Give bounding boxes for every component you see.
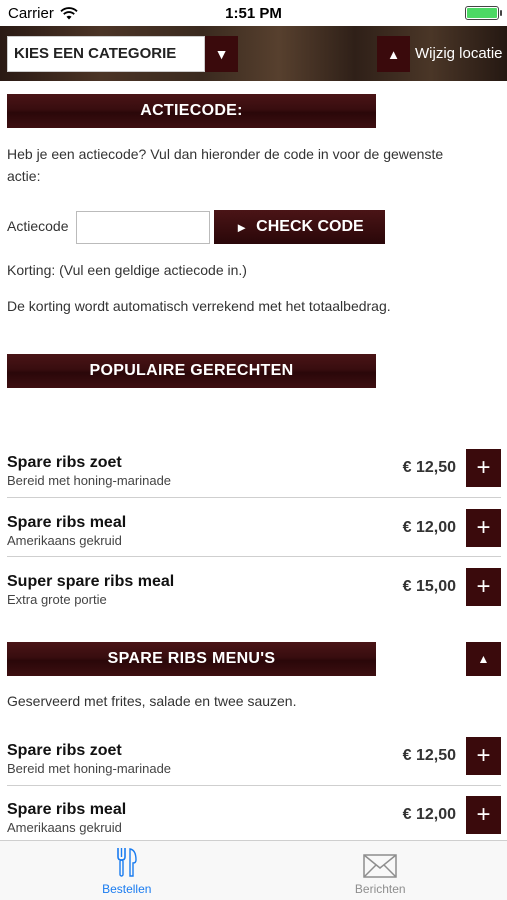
discount-text: Korting: (Vul een geldige actiecode in.) [7, 262, 247, 278]
dish-description: Bereid met honing-marinade [7, 761, 172, 776]
tab-bar: Bestellen Berichten [0, 840, 507, 900]
dish-description: Amerikaans gekruid [7, 533, 122, 548]
dish-price: € 15,00 [402, 578, 456, 595]
add-to-cart-button[interactable]: + [466, 449, 501, 487]
fork-knife-icon [116, 848, 137, 877]
action-code-input[interactable] [76, 211, 210, 244]
category-select[interactable]: KIES EEN CATEGORIE [7, 35, 205, 72]
dish-name: Spare ribs zoet [7, 454, 122, 471]
action-code-header: ACTIECODE: [7, 94, 376, 128]
add-to-cart-button[interactable]: + [466, 509, 501, 547]
popular-dishes-header: POPULAIRE GERECHTEN [7, 354, 376, 388]
tab-berichten[interactable]: Berichten [254, 841, 507, 900]
dish-description: Extra grote portie [7, 592, 107, 607]
action-code-label: Actiecode [7, 218, 69, 234]
carrier-label: Carrier [8, 4, 54, 22]
dish-description: Bereid met honing-marinade [7, 473, 172, 488]
dish-name: Spare ribs zoet [7, 742, 122, 759]
dish-name: Super spare ribs meal [7, 573, 175, 590]
discount-note: De korting wordt automatisch verrekend m… [7, 298, 391, 314]
dish-price: € 12,50 [402, 459, 456, 476]
tab-label: Bestellen [102, 882, 152, 896]
header: KIES EEN CATEGORIE ▼ ▲ Wijzig locatie [0, 26, 507, 81]
add-to-cart-button[interactable]: + [466, 568, 501, 606]
check-code-button[interactable]: ► CHECK CODE [214, 210, 385, 244]
tab-label: Berichten [354, 882, 406, 896]
status-bar: Carrier 1:51 PM [0, 0, 507, 26]
dish-price: € 12,50 [402, 747, 456, 764]
divider [7, 785, 501, 786]
category-dropdown-button[interactable]: ▼ [205, 35, 238, 72]
change-location-link[interactable]: Wijzig locatie [415, 26, 503, 81]
divider [7, 556, 501, 557]
add-to-cart-button[interactable]: + [466, 737, 501, 775]
spare-ribs-menus-header: SPARE RIBS MENU'S [7, 642, 376, 676]
envelope-icon [363, 854, 397, 878]
tab-bestellen[interactable]: Bestellen [0, 841, 254, 900]
divider [7, 497, 501, 498]
location-toggle-button[interactable]: ▲ [377, 36, 410, 72]
action-code-intro: Heb je een actiecode? Vul dan hieronder … [7, 146, 444, 184]
add-to-cart-button[interactable]: + [466, 796, 501, 834]
list-item: Spare ribs zoet Bereid met honing-marina… [7, 734, 501, 792]
battery-icon [465, 6, 502, 20]
dish-price: € 12,00 [402, 519, 456, 536]
dish-description: Amerikaans gekruid [7, 820, 122, 835]
wifi-icon [60, 6, 78, 19]
dish-name: Spare ribs meal [7, 514, 127, 531]
play-icon: ► [235, 219, 249, 235]
list-item: Super spare ribs meal Extra grote portie… [7, 565, 501, 623]
dish-price: € 12,00 [402, 806, 456, 823]
list-item: Spare ribs zoet Bereid met honing-marina… [7, 446, 501, 504]
dish-name: Spare ribs meal [7, 801, 127, 818]
collapse-section-button[interactable]: ▲ [466, 642, 501, 676]
check-code-label: CHECK CODE [256, 218, 364, 235]
menus-description: Geserveerd met frites, salade en twee sa… [7, 693, 297, 709]
